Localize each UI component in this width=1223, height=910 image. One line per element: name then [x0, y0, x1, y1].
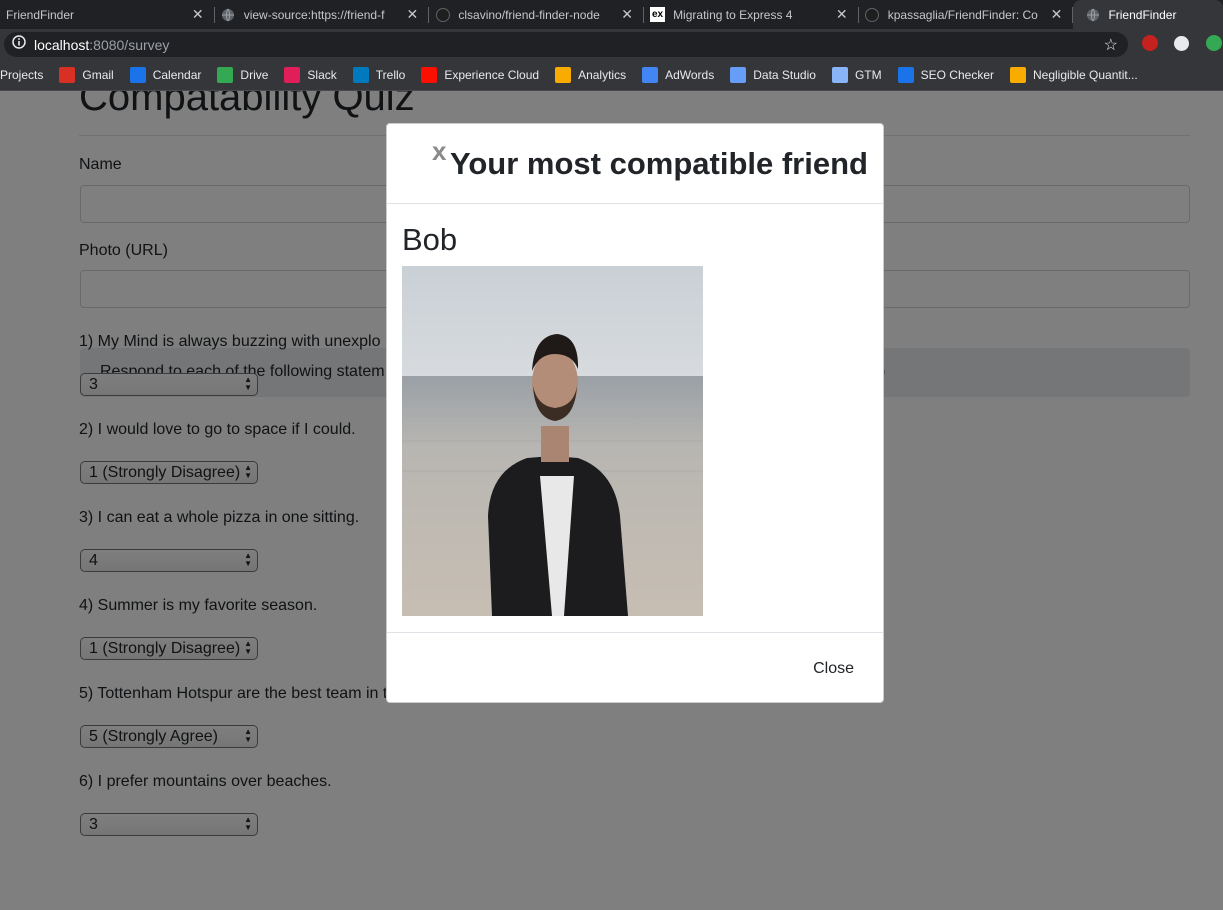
- tab-close-icon[interactable]: ✕: [191, 6, 205, 23]
- extension-chat-icon[interactable]: [1206, 35, 1222, 51]
- tab-close-icon[interactable]: ✕: [405, 6, 419, 23]
- bookmark-item[interactable]: GTM: [831, 66, 882, 83]
- tab-title: Migrating to Express 4: [673, 7, 793, 22]
- bookmark-label: Slack: [307, 67, 337, 82]
- c-icon: [1009, 66, 1026, 83]
- bookmark-item[interactable]: Experience Cloud: [421, 66, 540, 83]
- browser-tab[interactable]: ex Migrating to Express 4 ✕: [644, 0, 859, 29]
- bookmark-label: SEO Checker: [920, 67, 994, 82]
- bookmark-label: Data Studio: [753, 67, 816, 82]
- github-icon: [865, 7, 880, 22]
- bookmark-label: Calendar: [152, 67, 202, 82]
- url-host: localhost: [34, 36, 90, 53]
- gtm-icon: [831, 66, 848, 83]
- omnibox[interactable]: localhost:8080/survey ☆: [4, 32, 1128, 57]
- globe-icon: [1085, 7, 1100, 22]
- bookmark-label: Experience Cloud: [444, 67, 540, 82]
- friend-name: Bob: [402, 222, 458, 257]
- bookmark-item[interactable]: Trello: [352, 66, 406, 83]
- drive-icon: [217, 66, 234, 83]
- extension-bug-icon[interactable]: [1142, 35, 1158, 51]
- browser-tab[interactable]: FriendFinder ✕: [0, 0, 215, 29]
- tab-title: kpassaglia/FriendFinder: Co: [887, 7, 1038, 22]
- modal-title: Your most compatible friend: [450, 146, 868, 181]
- bookmark-item[interactable]: SEO Checker: [897, 66, 994, 83]
- browser-tab[interactable]: view-source:https://friend-f ✕: [215, 0, 430, 29]
- url-path: :8080/survey: [89, 36, 170, 53]
- bookmark-label: Analytics: [578, 67, 627, 82]
- browser-tab[interactable]: FriendFinder: [1073, 0, 1223, 29]
- address-bar: localhost:8080/survey ☆: [0, 29, 1223, 59]
- bookmark-label: GTM: [854, 67, 882, 82]
- tab-close-icon[interactable]: ✕: [1049, 6, 1063, 23]
- tab-title: FriendFinder: [6, 7, 75, 22]
- globe-icon: [221, 7, 236, 22]
- tab-title: view-source:https://friend-f: [243, 7, 385, 22]
- gmail-icon: [59, 66, 76, 83]
- bookmark-item[interactable]: Slack: [284, 66, 337, 83]
- check-icon: [897, 66, 914, 83]
- tab-close-icon[interactable]: ✕: [835, 6, 849, 23]
- info-icon[interactable]: [12, 35, 26, 54]
- bookmark-label: AdWords: [665, 67, 715, 82]
- tab-title: FriendFinder: [1108, 7, 1177, 22]
- bookmark-item[interactable]: AdWords: [642, 66, 715, 83]
- analytics-icon: [555, 66, 572, 83]
- bookmark-item[interactable]: Negligible Quantit...: [1009, 66, 1138, 83]
- adobe-icon: [421, 66, 438, 83]
- bookmarks-bar: Projects Gmail Calendar Drive Slack Trello Exp…: [0, 59, 1223, 91]
- slack-icon: [284, 66, 301, 83]
- browser-tab[interactable]: kpassaglia/FriendFinder: Co ✕: [859, 0, 1074, 29]
- github-icon: [435, 7, 450, 22]
- match-modal: x Your most compatible friend Bob Close: [386, 123, 884, 703]
- express-icon: ex: [650, 7, 666, 22]
- bookmark-item[interactable]: Gmail: [59, 66, 114, 83]
- bookmark-label: Projects: [0, 67, 44, 82]
- bookmark-label: Gmail: [82, 67, 114, 82]
- bookmark-label: Negligible Quantit...: [1032, 67, 1138, 82]
- bookmark-item[interactable]: Analytics: [555, 66, 627, 83]
- tab-close-icon[interactable]: ✕: [620, 6, 634, 23]
- browser-tab[interactable]: clsavino/friend-finder-node ✕: [429, 0, 644, 29]
- close-x-button[interactable]: x: [432, 136, 446, 167]
- adwords-icon: [642, 66, 659, 83]
- modal-footer: Close: [387, 632, 883, 702]
- bookmark-item[interactable]: Drive: [217, 66, 269, 83]
- url-text[interactable]: localhost:8080/survey: [34, 37, 169, 53]
- datastudio-icon: [730, 66, 747, 83]
- extension-globe-icon[interactable]: [1174, 36, 1189, 51]
- bookmark-item[interactable]: Calendar: [129, 66, 202, 83]
- bookmark-item[interactable]: Data Studio: [730, 66, 816, 83]
- friend-photo: [402, 266, 703, 616]
- modal-header: x Your most compatible friend: [387, 124, 883, 204]
- bookmark-projects[interactable]: Projects: [0, 68, 43, 82]
- star-icon[interactable]: ☆: [1104, 35, 1118, 55]
- trello-icon: [352, 66, 369, 83]
- tab-title: clsavino/friend-finder-node: [458, 7, 600, 22]
- bookmark-label: Drive: [240, 67, 269, 82]
- calendar-icon: [129, 66, 146, 83]
- tab-bar: FriendFinder ✕ view-source:https://friend-…: [0, 0, 1223, 29]
- close-button[interactable]: Close: [813, 660, 854, 678]
- bookmark-label: Trello: [375, 67, 406, 82]
